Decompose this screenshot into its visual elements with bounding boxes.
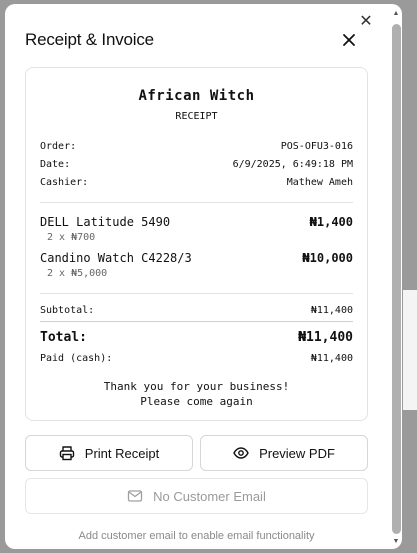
order-value: POS-OFU3-016 — [280, 141, 353, 152]
receipt-preview: African Witch RECEIPT Order: POS-OFU3-01… — [25, 67, 368, 421]
paid-value: ₦11,400 — [310, 353, 353, 364]
scrollbar-thumb[interactable] — [392, 24, 401, 534]
total-row: Total: ₦11,400 — [40, 330, 353, 345]
close-icon — [343, 34, 355, 46]
come-again-line: Please come again — [140, 395, 253, 408]
print-receipt-label: Print Receipt — [84, 445, 160, 461]
order-row: Order: POS-OFU3-016 — [40, 141, 353, 152]
email-hint: Add customer email to enable email funct… — [78, 530, 315, 542]
cashier-value: Mathew Ameh — [286, 177, 353, 188]
cashier-row: Cashier: Mathew Ameh — [40, 177, 353, 188]
printer-icon — [59, 446, 74, 461]
scroll-down-icon[interactable]: ▼ — [390, 536, 402, 548]
paid-row: Paid (cash): ₦11,400 — [40, 353, 353, 364]
date-value: 6/9/2025, 6:49:18 PM — [232, 159, 353, 170]
date-label: Date: — [40, 159, 71, 170]
item-name: DELL Latitude 5490 — [40, 215, 171, 229]
total-value: ₦11,400 — [298, 330, 353, 345]
email-receipt-button[interactable]: No Customer Email — [25, 478, 368, 514]
mail-icon — [127, 490, 143, 502]
print-receipt-button[interactable]: Print Receipt — [25, 435, 193, 471]
dialog-scrollbar[interactable]: ▲ ▼ — [390, 8, 402, 548]
item-price: ₦10,000 — [302, 251, 353, 265]
subtotal-label: Subtotal: — [40, 305, 95, 316]
receipt-label: RECEIPT — [175, 111, 218, 122]
dialog-title: Receipt & Invoice — [25, 30, 154, 49]
item-qty: 2 x ₦700 — [47, 232, 96, 243]
order-label: Order: — [40, 141, 77, 152]
item-price: ₦1,400 — [309, 215, 353, 229]
item-qty: 2 x ₦5,000 — [47, 268, 108, 279]
preview-pdf-button[interactable]: Preview PDF — [200, 435, 368, 471]
email-button-label: No Customer Email — [153, 488, 266, 504]
divider — [40, 321, 353, 322]
preview-pdf-label: Preview PDF — [259, 445, 335, 461]
store-name: African Witch — [138, 88, 255, 104]
dialog-close-button[interactable] — [338, 29, 360, 51]
paid-label: Paid (cash): — [40, 353, 113, 364]
item-name: Candino Watch C4228/3 — [40, 251, 192, 265]
scroll-up-icon[interactable]: ▲ — [390, 8, 402, 20]
total-label: Total: — [40, 330, 87, 345]
cashier-label: Cashier: — [40, 177, 89, 188]
thanks-line: Thank you for your business! — [103, 380, 290, 393]
background-page-peek — [403, 290, 417, 410]
receipt-dialog: Receipt & Invoice African Witch RECEIPT … — [5, 4, 402, 549]
subtotal-value: ₦11,400 — [310, 305, 353, 316]
divider — [40, 293, 353, 294]
eye-icon — [233, 447, 249, 459]
divider — [40, 202, 353, 203]
subtotal-row: Subtotal: ₦11,400 — [40, 305, 353, 316]
overlay-close-icon[interactable]: ✕ — [356, 12, 376, 32]
date-row: Date: 6/9/2025, 6:49:18 PM — [40, 159, 353, 170]
